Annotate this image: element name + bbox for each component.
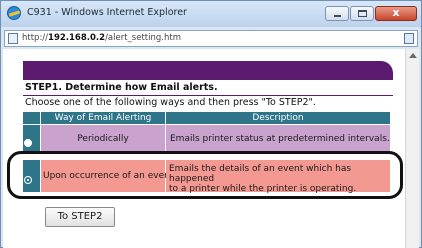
internet-explorer-icon <box>7 6 21 20</box>
header-description: Description <box>166 112 390 124</box>
window-title: C931 - Windows Internet Explorer <box>27 7 187 18</box>
page-icon <box>8 33 18 44</box>
compatibility-view-icon[interactable] <box>404 33 414 44</box>
page-content: STEP1. Determine how Email alerts. Choos… <box>3 49 405 248</box>
url-prefix: http:// <box>22 33 49 43</box>
to-step2-button[interactable]: To STEP2 <box>45 207 115 227</box>
scroll-up-arrow-icon[interactable] <box>409 53 417 58</box>
minimize-button[interactable] <box>325 6 349 21</box>
step-divider <box>23 95 393 96</box>
url-host: 192.168.0.2 <box>48 33 106 43</box>
url-text[interactable]: http://192.168.0.2/alert_setting.htm <box>22 33 181 43</box>
header-banner <box>23 61 393 80</box>
vertical-scrollbar[interactable] <box>405 49 419 248</box>
selection-highlight <box>7 151 403 199</box>
title-bar: C931 - Windows Internet Explorer x <box>1 1 421 27</box>
header-radio-col <box>23 112 40 124</box>
step-title: STEP1. Determine how Email alerts. <box>25 82 218 93</box>
instruction-text: Choose one of the following ways and the… <box>25 97 316 108</box>
close-button[interactable]: x <box>375 6 417 21</box>
description-periodically: Emails printer status at predetermined i… <box>166 125 390 153</box>
close-icon: x <box>392 6 400 19</box>
radio-periodically[interactable] <box>24 139 32 147</box>
address-bar[interactable]: http://192.168.0.2/alert_setting.htm <box>4 30 418 47</box>
header-way: Way of Email Alerting <box>41 112 165 124</box>
url-path: /alert_setting.htm <box>105 33 181 43</box>
maximize-button[interactable] <box>350 6 374 21</box>
option-periodically: Periodically <box>41 125 165 153</box>
